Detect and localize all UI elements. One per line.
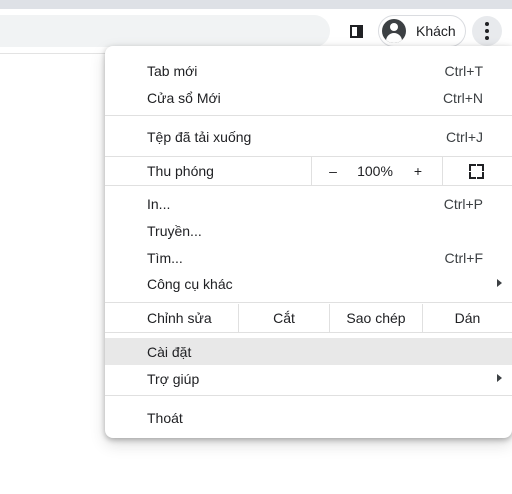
menu-separator xyxy=(105,185,512,186)
menu-item-settings[interactable]: Cài đặt xyxy=(105,338,512,365)
menu-item-downloads[interactable]: Tệp đã tải xuống Ctrl+J xyxy=(105,123,512,150)
zoom-label: Thu phóng xyxy=(147,163,214,179)
paste-label: Dán xyxy=(454,310,481,326)
menu-item-label: Tệp đã tải xuống xyxy=(147,128,252,145)
menu-item-more-tools[interactable]: Công cụ khác xyxy=(105,270,512,297)
submenu-arrow-icon xyxy=(497,279,502,287)
menu-item-new-window[interactable]: Cửa sổ Mới Ctrl+N xyxy=(105,84,512,111)
menu-item-label: Tab mới xyxy=(147,62,198,79)
menu-item-label: Truyền... xyxy=(147,222,202,239)
chrome-app-menu: Tab mới Ctrl+T Cửa sổ Mới Ctrl+N Tệp đã … xyxy=(105,46,512,438)
address-bar[interactable] xyxy=(0,15,330,47)
menu-row-zoom: Thu phóng xyxy=(105,157,512,185)
cut-button[interactable]: Cắt xyxy=(239,304,329,332)
menu-item-label: In... xyxy=(147,195,171,212)
menu-item-shortcut: Ctrl+P xyxy=(443,195,483,212)
menu-item-shortcut: Ctrl+N xyxy=(442,89,483,106)
menu-item-exit[interactable]: Thoát xyxy=(105,404,512,431)
zoom-divider xyxy=(442,157,443,185)
zoom-divider xyxy=(311,157,312,185)
zoom-out-button[interactable]: – xyxy=(321,157,345,185)
menu-item-shortcut: Ctrl+J xyxy=(446,128,483,145)
profile-name: Khách xyxy=(416,23,456,39)
menu-item-print[interactable]: In... Ctrl+P xyxy=(105,190,512,217)
copy-label: Sao chép xyxy=(346,310,406,326)
zoom-out-label: – xyxy=(329,163,337,179)
menu-item-shortcut: Ctrl+T xyxy=(444,62,484,79)
menu-item-label: Thoát xyxy=(147,409,183,426)
side-panel-icon xyxy=(349,24,363,38)
side-panel-button[interactable] xyxy=(342,17,370,45)
tab-strip xyxy=(0,0,512,9)
more-vertical-icon[interactable] xyxy=(472,16,502,46)
menu-item-find[interactable]: Tìm... Ctrl+F xyxy=(105,244,512,271)
menu-item-cast[interactable]: Truyền... xyxy=(105,217,512,244)
menu-item-new-tab[interactable]: Tab mới Ctrl+T xyxy=(105,57,512,84)
menu-item-label: Tìm... xyxy=(147,249,183,266)
menu-item-help[interactable]: Trợ giúp xyxy=(105,365,512,392)
cut-label: Cắt xyxy=(273,310,295,326)
submenu-arrow-icon xyxy=(497,374,502,382)
menu-separator xyxy=(105,395,512,396)
menu-item-label: Cài đặt xyxy=(147,343,192,360)
edit-label: Chỉnh sửa xyxy=(147,310,212,326)
menu-item-label: Cửa sổ Mới xyxy=(147,89,221,106)
copy-button[interactable]: Sao chép xyxy=(330,304,422,332)
fullscreen-button[interactable] xyxy=(460,157,492,185)
profile-button[interactable]: Khách xyxy=(378,15,466,47)
menu-item-label: Công cụ khác xyxy=(147,275,233,292)
menu-item-label: Trợ giúp xyxy=(147,370,200,387)
paste-button[interactable]: Dán xyxy=(423,304,512,332)
menu-separator xyxy=(105,332,512,333)
guest-avatar-icon xyxy=(382,19,406,43)
zoom-in-button[interactable]: + xyxy=(405,157,431,185)
zoom-value: 100% xyxy=(357,163,393,179)
fullscreen-icon xyxy=(468,163,484,179)
menu-separator xyxy=(105,115,512,116)
menu-item-shortcut: Ctrl+F xyxy=(444,249,484,266)
zoom-in-label: + xyxy=(413,163,423,179)
zoom-level: 100% xyxy=(350,157,400,185)
menu-separator xyxy=(105,302,512,303)
